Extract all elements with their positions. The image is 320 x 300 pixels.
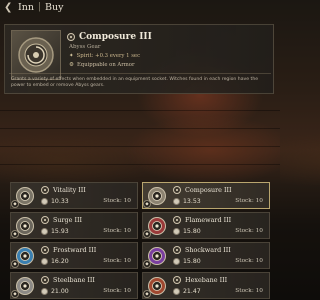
- silver-coin-icon: [173, 288, 180, 295]
- item-name-row: Shockward III: [173, 246, 231, 254]
- item-price: 15.93: [51, 228, 69, 235]
- item-stock: Stock: 10: [103, 228, 131, 234]
- item-name: Vitality III: [53, 186, 86, 194]
- socket-badge-icon: ◆: [143, 290, 151, 298]
- item-price-row: 15.80: [173, 258, 201, 265]
- gear-core: [23, 284, 27, 288]
- item-price: 13.53: [183, 198, 201, 205]
- detail-name-row: Composure III: [67, 32, 152, 42]
- item-price-row: 13.53: [173, 198, 201, 205]
- item-price: 10.33: [51, 198, 69, 205]
- item-name: Surge III: [53, 216, 83, 224]
- back-chevron-icon[interactable]: ❮: [4, 2, 14, 13]
- item-stock: Stock: 10: [103, 198, 131, 204]
- item-price: 15.80: [183, 258, 201, 265]
- item-name: Frostward III: [53, 246, 97, 254]
- title-separator: |: [38, 2, 42, 12]
- detail-equip: Equippable on Armor: [76, 62, 135, 68]
- item-name-row: Steelbane III: [41, 276, 95, 284]
- shop-item-card[interactable]: ◆ Frostward III 16.20 Stock: 10: [10, 242, 138, 269]
- abyss-swirl-icon: [173, 216, 181, 224]
- item-name: Composure III: [185, 186, 232, 194]
- silver-coin-icon: [41, 198, 48, 205]
- item-name: Shockward III: [185, 246, 231, 254]
- detail-item-name: Composure III: [79, 32, 152, 42]
- detail-description: Grants a variety of effects when embedde…: [11, 77, 259, 88]
- gear-core: [155, 254, 159, 258]
- silver-coin-icon: [173, 258, 180, 265]
- item-grid: ◆ Vitality III 10.33 Stock: 10 ◆ Composu…: [10, 182, 274, 299]
- item-name-row: Flameward III: [173, 216, 231, 224]
- silver-coin-icon: [173, 228, 180, 235]
- shop-item-card[interactable]: ◆ Composure III 13.53 Stock: 10: [142, 182, 270, 209]
- socket-badge-icon: ◆: [143, 200, 151, 208]
- abyss-swirl-icon: [41, 216, 49, 224]
- silver-coin-icon: [173, 198, 180, 205]
- item-price-row: 21.00: [41, 288, 69, 295]
- item-price: 21.00: [51, 288, 69, 295]
- abyss-swirl-icon: [41, 186, 49, 194]
- detail-equip-row: ⚙ Equippable on Armor: [69, 62, 135, 68]
- item-stock: Stock: 10: [235, 228, 263, 234]
- item-price-row: 15.93: [41, 228, 69, 235]
- socket-badge-icon: ◆: [11, 200, 19, 208]
- shop-item-card[interactable]: ◆ Shockward III 15.80 Stock: 10: [142, 242, 270, 269]
- shop-item-card[interactable]: ◆ Hexebane III 21.47 Stock: 10: [142, 272, 270, 299]
- shop-item-card[interactable]: ◆ Steelbane III 21.00 Stock: 10: [10, 272, 138, 299]
- item-name-row: Composure III: [173, 186, 232, 194]
- spirit-icon: ✦: [69, 53, 74, 59]
- item-price: 15.80: [183, 228, 201, 235]
- abyss-swirl-icon: [41, 276, 49, 284]
- detail-stat: Spirit: +0.3 every 1 sec: [76, 53, 141, 59]
- item-price-row: 15.80: [173, 228, 201, 235]
- item-name-row: Surge III: [41, 216, 82, 224]
- item-name-row: Frostward III: [41, 246, 96, 254]
- shop-item-card[interactable]: ◆ Surge III 15.93 Stock: 10: [10, 212, 138, 239]
- socket-badge-icon: ◆: [11, 260, 19, 268]
- abyss-swirl-icon: [41, 246, 49, 254]
- gear-core: [155, 194, 159, 198]
- gear-core: [155, 284, 159, 288]
- page-subtitle: Buy: [45, 1, 64, 13]
- item-price-row: 10.33: [41, 198, 69, 205]
- item-stock: Stock: 10: [235, 198, 263, 204]
- abyss-swirl-icon: [173, 276, 181, 284]
- abyss-swirl-icon: [67, 33, 75, 41]
- detail-item-type: Abyss Gear: [69, 44, 101, 50]
- divider: [9, 73, 271, 74]
- item-detail-card: Composure III Abyss Gear ✦ Spirit: +0.3 …: [4, 24, 274, 94]
- socket-badge-icon: ◆: [11, 230, 19, 238]
- item-price: 16.20: [51, 258, 69, 265]
- shop-item-card[interactable]: ◆ Flameward III 15.80 Stock: 10: [142, 212, 270, 239]
- item-stock: Stock: 10: [103, 288, 131, 294]
- shop-item-card[interactable]: ◆ Vitality III 10.33 Stock: 10: [10, 182, 138, 209]
- silver-coin-icon: [41, 288, 48, 295]
- gear-core: [23, 194, 27, 198]
- socket-badge-icon: ◆: [143, 260, 151, 268]
- silver-coin-icon: [41, 228, 48, 235]
- item-stock: Stock: 10: [103, 258, 131, 264]
- item-name-row: Hexebane III: [173, 276, 227, 284]
- socket-badge-icon: ◆: [143, 230, 151, 238]
- gear-core: [23, 224, 27, 228]
- detail-stat-row: ✦ Spirit: +0.3 every 1 sec: [69, 53, 140, 59]
- equip-gear-icon: ⚙: [69, 62, 74, 68]
- item-price: 21.47: [183, 288, 201, 295]
- page-title: Inn: [18, 1, 34, 13]
- item-name: Hexebane III: [185, 276, 228, 284]
- item-name-row: Vitality III: [41, 186, 86, 194]
- abyss-swirl-icon: [173, 246, 181, 254]
- socket-badge-icon: ◆: [11, 290, 19, 298]
- item-price-row: 21.47: [173, 288, 201, 295]
- item-stock: Stock: 10: [235, 288, 263, 294]
- silver-coin-icon: [41, 258, 48, 265]
- item-name: Steelbane III: [53, 276, 95, 284]
- item-name: Flameward III: [185, 216, 232, 224]
- gear-core: [155, 224, 159, 228]
- abyss-swirl-icon: [173, 186, 181, 194]
- gear-core: [23, 254, 27, 258]
- item-price-row: 16.20: [41, 258, 69, 265]
- item-stock: Stock: 10: [235, 258, 263, 264]
- top-bar: ❮ Inn | Buy: [0, 0, 280, 14]
